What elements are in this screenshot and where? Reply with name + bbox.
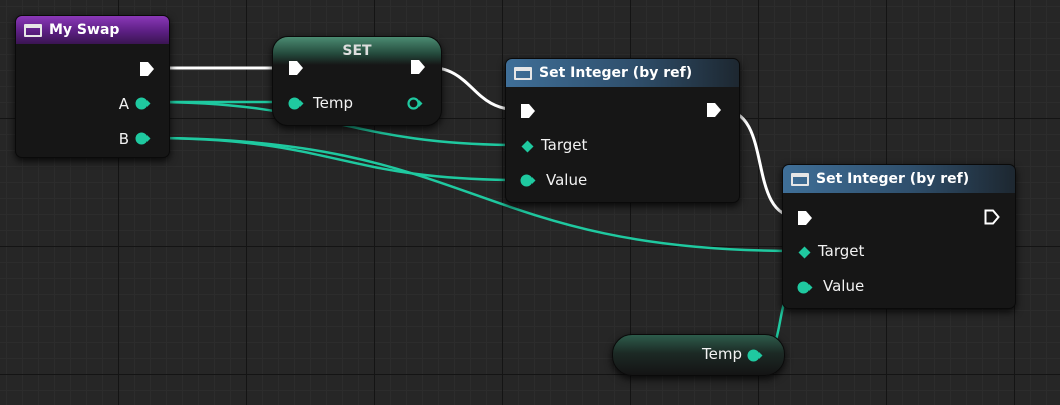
my-swap-header: My Swap	[16, 16, 169, 44]
exec-out-pin-icon[interactable]	[706, 102, 722, 118]
function-icon	[514, 66, 532, 80]
pin-label-temp: Temp	[313, 94, 353, 112]
set-integer-by-ref-node-2[interactable]: Set Integer (by ref) Target Value	[782, 164, 1016, 309]
set-integer-2-header: Set Integer (by ref)	[783, 165, 1015, 193]
integer-pin-value-icon[interactable]	[797, 281, 813, 294]
integer-pin-value-icon[interactable]	[520, 174, 536, 187]
function-icon	[791, 172, 809, 186]
exec-out-pin-unconnected-icon[interactable]	[984, 209, 1000, 225]
pin-label-target: Target	[541, 136, 588, 154]
integer-pin-temp-out-icon[interactable]	[407, 97, 423, 110]
get-temp-node[interactable]: Temp	[612, 334, 785, 376]
integer-pin-temp-out-icon[interactable]	[747, 349, 763, 362]
pin-label-value: Value	[823, 277, 865, 295]
set-integer-1-header: Set Integer (by ref)	[506, 59, 739, 87]
set-integer-1-title: Set Integer (by ref)	[539, 65, 693, 81]
exec-out-pin-icon[interactable]	[410, 59, 426, 75]
exec-in-pin-icon[interactable]	[520, 103, 536, 119]
set-temp-node[interactable]: SET Temp	[272, 36, 442, 126]
ref-diamond-target-icon[interactable]	[798, 246, 811, 259]
pin-label-value: Value	[546, 171, 588, 189]
exec-out-pin-icon[interactable]	[139, 61, 155, 77]
integer-pin-a-icon[interactable]	[135, 97, 151, 110]
pin-label-target: Target	[818, 242, 865, 260]
integer-pin-temp-in-icon[interactable]	[288, 97, 304, 110]
int-wire-b-to-value1[interactable]	[149, 136, 521, 182]
function-icon	[24, 23, 42, 37]
my-swap-title: My Swap	[49, 22, 120, 38]
set-integer-by-ref-node-1[interactable]: Set Integer (by ref) Target Value	[505, 58, 740, 203]
ref-diamond-target-icon[interactable]	[521, 140, 534, 153]
get-temp-label: Temp	[702, 345, 742, 363]
pin-label-b: B	[118, 130, 129, 148]
integer-pin-b-icon[interactable]	[135, 132, 151, 145]
exec-in-pin-icon[interactable]	[288, 60, 304, 76]
pin-label-a: A	[118, 95, 129, 113]
my-swap-node[interactable]: My Swap A B	[15, 15, 170, 158]
exec-in-pin-icon[interactable]	[797, 210, 813, 226]
set-integer-2-title: Set Integer (by ref)	[816, 171, 970, 187]
